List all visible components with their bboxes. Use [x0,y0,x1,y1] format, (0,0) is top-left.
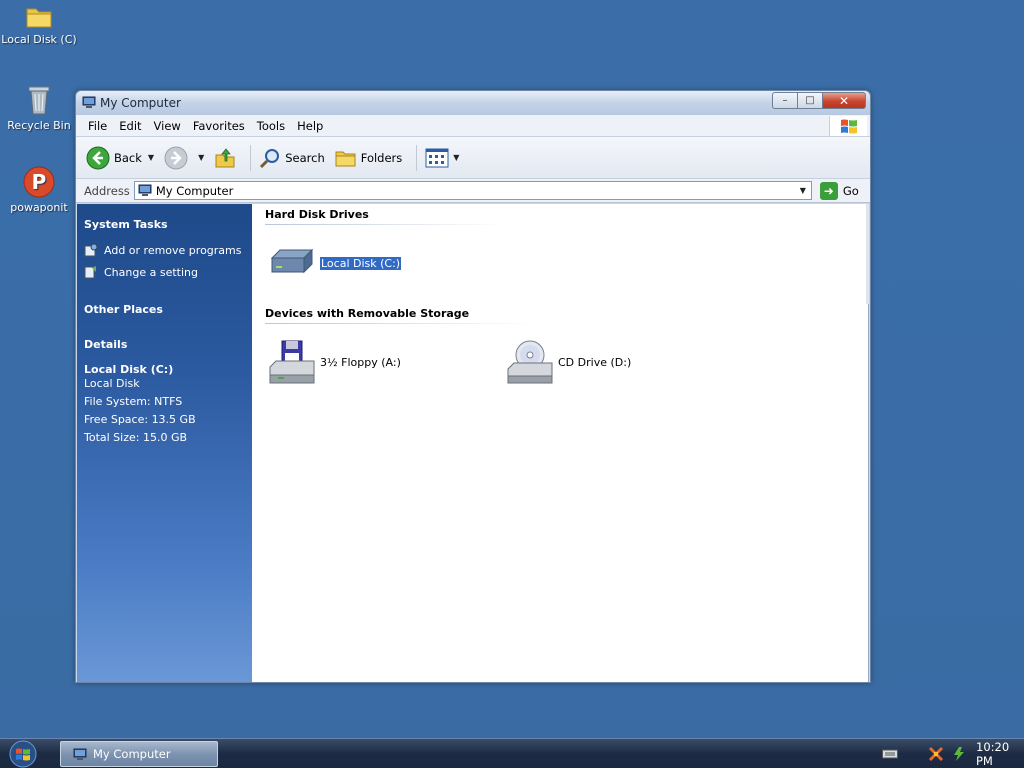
folders-icon [335,151,356,166]
hard-drive-icon [270,248,314,274]
toolbar: Back ▼ ▼ Search Folders ▼ [76,137,870,179]
details-panel: Local Disk (C:) Local Disk File System: … [84,363,252,447]
search-icon [260,148,280,168]
recycle-bin-icon [28,86,50,115]
keyboard-icon[interactable] [882,749,898,759]
drive-label: Local Disk (C:) [318,255,403,271]
details-title: Local Disk (C:) [84,363,174,376]
menu-edit[interactable]: Edit [113,119,147,133]
menu-help[interactable]: Help [291,119,329,133]
forward-dropdown-icon[interactable]: ▼ [198,153,204,162]
menu-file[interactable]: File [82,119,113,133]
folders-button[interactable]: Folders [335,148,403,168]
views-button[interactable]: ▼ [425,148,459,168]
taskbar-my-computer[interactable]: My Computer [60,741,218,767]
address-input[interactable]: My Computer ▼ [133,181,812,200]
start-button[interactable] [6,740,40,768]
search-button[interactable]: Search [259,147,325,169]
menu-bar: File Edit View Favorites Tools Help [76,115,870,137]
details-heading[interactable]: Details [84,338,252,351]
start-orb-icon [9,740,37,768]
desktop-icon-label: Local Disk (C) [1,33,77,46]
go-button[interactable]: ➜ Go [819,181,859,200]
svg-text:P: P [32,170,47,194]
change-setting-link[interactable]: Change a setting [84,265,252,279]
back-dropdown-icon[interactable]: ▼ [148,153,154,162]
windows-flag-icon [840,119,857,134]
desktop-icon-label: powaponit [10,201,68,214]
taskbar-item-label: My Computer [93,747,171,761]
details-free-space: Free Space: 13.5 GB [84,413,196,426]
desktop: Local Disk (C) Recycle Bin P powaponit M… [0,0,1024,738]
go-label: Go [842,183,859,198]
address-bar: Address My Computer ▼ ➜ Go [76,179,870,203]
windows-logo [829,116,867,136]
cd-drive-icon [507,340,553,384]
views-icon [425,148,449,167]
folders-label: Folders [360,150,403,165]
address-dropdown-icon[interactable]: ▼ [795,182,811,199]
title-bar[interactable]: My Computer – □ ✕ [76,91,870,115]
menu-view[interactable]: View [148,119,187,133]
menu-favorites[interactable]: Favorites [187,119,251,133]
add-remove-programs-icon [84,243,98,257]
computer-icon [138,184,152,196]
folder-up-icon [215,147,235,167]
drive-local-disk-c[interactable]: Local Disk (C:) [268,248,403,278]
desktop-icon-local-disk[interactable]: Local Disk (C) [0,4,78,46]
drive-label: 3½ Floppy (A:) [320,355,401,369]
change-setting-label: Change a setting [104,265,198,279]
powaponit-icon: P [23,166,55,198]
back-arrow-icon [86,146,110,169]
removable-storage-heading: Devices with Removable Storage [265,307,535,324]
window-title: My Computer [100,96,181,110]
add-remove-programs-link[interactable]: Add or remove programs [84,243,252,257]
drive-floppy-a[interactable]: 3½ Floppy (A:) [268,339,401,385]
computer-icon [73,748,87,760]
go-arrow-icon: ➜ [819,181,838,200]
desktop-icon-powaponit[interactable]: P powaponit [0,166,78,214]
scrollbar[interactable] [866,204,869,304]
drive-label: CD Drive (D:) [558,355,632,369]
clock[interactable]: 10:20 PM [976,740,1010,768]
menu-tools[interactable]: Tools [251,119,291,133]
add-remove-programs-label: Add or remove programs [104,243,242,257]
details-total-size: Total Size: 15.0 GB [84,431,188,444]
forward-arrow-icon [164,146,188,169]
my-computer-window: My Computer – □ ✕ File Edit View Favorit… [75,90,871,683]
details-subtitle: Local Disk [84,377,140,390]
back-label: Back [114,150,142,165]
folder-icon [26,8,52,28]
system-tray: 10:20 PM [874,739,1024,768]
system-tasks-heading[interactable]: System Tasks [84,218,252,231]
toolbar-separator [250,144,252,171]
search-label: Search [285,150,325,165]
desktop-icon-label: Recycle Bin [7,119,71,132]
task-pane: System Tasks Add or remove programs Chan… [77,204,252,682]
drive-cd-d[interactable]: CD Drive (D:) [506,339,631,385]
control-panel-icon [84,266,96,279]
forward-button[interactable]: ▼ [164,146,204,170]
security-icon[interactable] [952,746,966,762]
content-area: System Tasks Add or remove programs Chan… [77,204,869,682]
maximize-button[interactable]: □ [797,92,822,109]
hard-disk-drives-heading: Hard Disk Drives [265,208,505,225]
computer-icon [82,96,96,108]
details-file-system: File System: NTFS [84,395,183,408]
up-button[interactable] [214,147,240,169]
address-label: Address [84,183,130,198]
taskbar: My Computer 10:20 PM [0,738,1024,768]
close-button[interactable]: ✕ [822,92,866,109]
main-pane: Hard Disk Drives Local Disk (C:) Devices… [252,204,869,682]
network-icon[interactable] [928,746,944,762]
back-button[interactable]: Back ▼ [86,146,154,170]
floppy-drive-icon [269,340,315,384]
address-value: My Computer [155,183,234,198]
other-places-heading[interactable]: Other Places [84,303,252,316]
views-dropdown-icon[interactable]: ▼ [453,153,459,162]
minimize-button[interactable]: – [772,92,797,109]
toolbar-separator [416,144,418,171]
desktop-icon-recycle-bin[interactable]: Recycle Bin [0,84,78,132]
